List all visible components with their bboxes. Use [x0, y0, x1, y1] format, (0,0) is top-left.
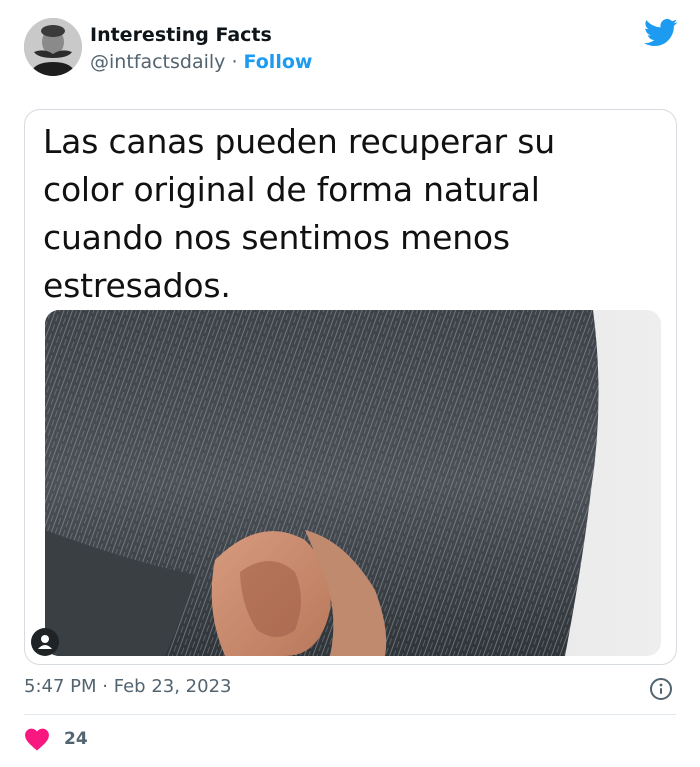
heart-icon[interactable]: [24, 727, 50, 751]
person-icon[interactable]: [31, 628, 59, 656]
follow-button[interactable]: Follow: [244, 51, 313, 73]
author-display-name[interactable]: Interesting Facts: [90, 24, 272, 46]
author-handle[interactable]: @intfactsdaily: [90, 51, 225, 73]
tweet-time: 5:47 PM: [24, 676, 97, 697]
tweet-date: Feb 23, 2023: [113, 676, 232, 697]
twitter-bird-icon[interactable]: [644, 18, 678, 48]
tweet-text: Las canas pueden recuperar su color orig…: [43, 122, 555, 305]
author-avatar[interactable]: [24, 18, 82, 76]
hair-photo[interactable]: [45, 310, 661, 656]
tweet-timestamp[interactable]: 5:47 PM · Feb 23, 2023: [24, 676, 231, 697]
likes-row: 24: [24, 726, 88, 752]
handle-separator: ·: [231, 51, 238, 73]
divider: [24, 714, 676, 715]
date-separator: ·: [102, 676, 108, 697]
tweet-media-card[interactable]: Las canas pueden recuperar su color orig…: [24, 109, 677, 665]
author-handle-row: @intfactsdaily · Follow: [90, 51, 312, 73]
info-icon[interactable]: [650, 678, 672, 700]
likes-count: 24: [64, 729, 88, 749]
